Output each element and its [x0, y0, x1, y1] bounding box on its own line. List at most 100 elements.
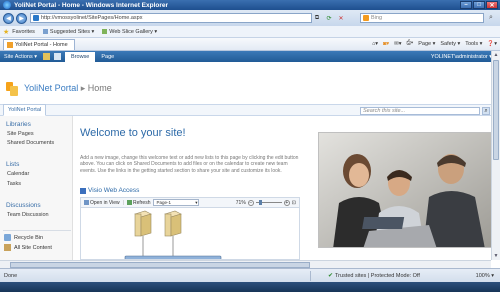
nav-lists-heading[interactable]: Lists [6, 161, 19, 168]
server-shape-1 [134, 210, 152, 237]
address-input[interactable]: http://vmossyolinet/SitePages/Home.aspx [30, 13, 312, 23]
zoom-slider[interactable] [255, 200, 282, 205]
web-slice-label: Web Slice Gallery ▾ [109, 28, 158, 35]
site-favicon-icon [33, 15, 39, 21]
suggested-sites-label: Suggested Sites ▾ [49, 28, 95, 35]
help-menu[interactable]: ❓▾ [487, 41, 497, 47]
server-shape-2 [164, 210, 182, 237]
window-titlebar: YoliNet Portal - Home - Windows Internet… [0, 0, 500, 10]
nav-discussions-heading[interactable]: Discussions [6, 202, 41, 209]
open-in-view-icon [84, 200, 89, 205]
fit-page-icon[interactable]: ⊡ [292, 200, 296, 206]
horizontal-scrollbar[interactable] [0, 260, 491, 268]
os-taskbar [0, 282, 500, 292]
site-search-input[interactable]: Search this site... [360, 107, 480, 115]
tab-browse[interactable]: Browse [65, 51, 96, 63]
print-icon[interactable]: ⎙▾ [407, 40, 414, 47]
window-title: YoliNet Portal - Home - Windows Internet… [14, 1, 169, 9]
chevron-down-icon: ▾ [195, 199, 198, 205]
nav-all-site-content[interactable]: All Site Content [4, 244, 52, 251]
vertical-scroll-thumb[interactable] [493, 60, 499, 160]
mail-icon[interactable]: ✉▾ [394, 41, 401, 47]
refresh-button[interactable]: Refresh [126, 200, 150, 206]
vertical-scrollbar[interactable]: ▲ ▼ [491, 51, 500, 260]
home-icon[interactable]: ⌂▾ [372, 41, 378, 47]
breadcrumb-separator: ▸ [80, 83, 86, 93]
all-site-content-label: All Site Content [14, 244, 52, 251]
recycle-bin-icon [4, 234, 11, 241]
window-controls: – □ ✕ [460, 1, 498, 9]
scroll-down-icon[interactable]: ▼ [492, 252, 500, 260]
feeds-icon[interactable]: ◙▾ [383, 41, 389, 47]
sharepoint-logo-icon [6, 82, 18, 96]
visio-title-label[interactable]: Visio Web Access [88, 187, 139, 194]
nav-calendar[interactable]: Calendar [7, 171, 29, 177]
favorites-button[interactable]: ★ Favorites [3, 28, 35, 36]
safety-menu[interactable]: Safety ▾ [440, 41, 460, 47]
nav-shared-documents[interactable]: Shared Documents [7, 140, 54, 146]
search-icon[interactable]: ⌕ [486, 13, 496, 23]
maximize-button[interactable]: □ [473, 1, 485, 9]
breadcrumb: YoliNet Portal ▸ Home [24, 83, 112, 94]
bing-icon [363, 15, 369, 21]
tab-label: YoliNet Portal - Home [15, 41, 68, 48]
portal-title-link[interactable]: YoliNet Portal [24, 83, 78, 93]
refresh-icon[interactable]: ⟳ [324, 13, 334, 23]
nav-tasks[interactable]: Tasks [7, 181, 21, 187]
nav-site-pages[interactable]: Site Pages [7, 131, 34, 137]
zoom-out-icon[interactable]: − [247, 199, 254, 206]
status-separator [310, 271, 311, 281]
forward-button[interactable]: ▶ [16, 12, 27, 24]
status-text: Done [4, 272, 18, 279]
navigate-up-icon[interactable] [43, 53, 51, 60]
command-buttons: ⌂▾ ◙▾ ✉▾ ⎙▾ Page ▾ Safety ▾ Tools ▾ ❓▾ [372, 40, 497, 47]
search-input[interactable]: Bing [360, 13, 484, 23]
command-bar: YoliNet Portal - Home ⌂▾ ◙▾ ✉▾ ⎙▾ Page ▾… [0, 38, 500, 51]
suggested-sites-link[interactable]: Suggested Sites ▾ [42, 28, 95, 35]
nav-recycle-bin[interactable]: Recycle Bin [4, 234, 43, 241]
compatibility-view-icon[interactable]: ⧉ [312, 13, 322, 23]
toolbar-separator: | [122, 199, 124, 206]
page-select-value: Page-1 [156, 200, 171, 205]
people-photo-illustration [319, 133, 493, 247]
browser-tab[interactable]: YoliNet Portal - Home [3, 38, 75, 50]
edit-page-icon[interactable] [54, 53, 62, 60]
top-link-portal[interactable]: YoliNet Portal [3, 104, 47, 116]
internet-explorer-icon [3, 1, 11, 9]
zoom-slider-thumb[interactable] [258, 200, 262, 205]
suggested-sites-icon [42, 29, 48, 34]
nav-team-discussion[interactable]: Team Discussion [7, 212, 49, 218]
address-toolbar: ◀ ▶ http://vmossyolinet/SitePages/Home.a… [0, 10, 500, 26]
tab-page[interactable]: Page [95, 52, 120, 62]
visio-canvas[interactable] [80, 208, 300, 260]
server-diagram [124, 210, 222, 259]
user-menu[interactable]: YOLINET\administrator ▾ [431, 54, 492, 60]
welcome-image [318, 132, 494, 248]
back-button[interactable]: ◀ [3, 12, 14, 24]
site-search-icon[interactable]: ⌕ [482, 107, 490, 115]
open-in-view-label: Open in View [90, 199, 120, 206]
page-select[interactable]: Page-1 ▾ [153, 199, 200, 206]
portal-header: YoliNet Portal ▸ Home [0, 74, 500, 104]
breadcrumb-home: Home [87, 83, 112, 93]
zoom-in-icon[interactable]: + [283, 199, 290, 206]
stop-icon[interactable]: ✕ [336, 13, 346, 23]
web-slice-icon [102, 29, 108, 34]
sharepoint-ribbon-bar: Site Actions ▾ Browse Page YOLINET\admin… [0, 51, 500, 63]
open-in-view-button[interactable]: Open in View [84, 200, 120, 206]
tools-menu[interactable]: Tools ▾ [465, 41, 482, 47]
page-menu[interactable]: Page ▾ [418, 41, 435, 47]
nav-libraries-heading[interactable]: Libraries [6, 121, 31, 128]
quick-launch: Libraries Site Pages Shared Documents Li… [0, 116, 73, 260]
zoom-level[interactable]: 100% ▾ [476, 273, 494, 279]
close-button[interactable]: ✕ [486, 1, 498, 9]
web-slice-gallery-link[interactable]: Web Slice Gallery ▾ [102, 29, 157, 35]
search-placeholder: Bing [371, 15, 383, 21]
trusted-sites-icon: ✔ [328, 273, 334, 279]
security-zone[interactable]: ✔ Trusted sites | Protected Mode: Off [328, 272, 420, 280]
zoom-control: 71% − + ⊡ [236, 199, 299, 206]
minimize-button[interactable]: – [460, 1, 472, 9]
scroll-up-icon[interactable]: ▲ [492, 51, 500, 59]
nav-divider [3, 230, 71, 231]
site-actions-menu[interactable]: Site Actions ▾ [4, 54, 37, 60]
